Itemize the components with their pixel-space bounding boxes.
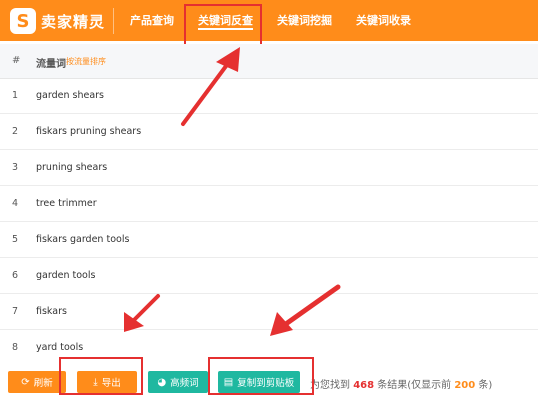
row-keyword[interactable]: tree trimmer bbox=[36, 198, 97, 209]
column-header-number: # bbox=[12, 55, 21, 66]
annotation-box-active-tab bbox=[184, 4, 262, 46]
top-nav-bar: S 卖家精灵 产品查询 关键词反查 关键词挖掘 关键词收录 bbox=[0, 0, 538, 41]
row-keyword[interactable]: fiskars bbox=[36, 306, 67, 317]
result-mid: 条结果(仅显示前 bbox=[377, 380, 452, 391]
table-row[interactable]: 6 garden tools bbox=[0, 258, 538, 294]
row-keyword[interactable]: fiskars pruning shears bbox=[36, 126, 141, 137]
logo-icon: S bbox=[10, 8, 36, 34]
table-row[interactable]: 2 fiskars pruning shears bbox=[0, 114, 538, 150]
result-shown-count: 200 bbox=[454, 380, 476, 391]
refresh-icon: ⟳ bbox=[21, 376, 30, 388]
row-number: 1 bbox=[12, 90, 19, 101]
row-number: 4 bbox=[12, 198, 19, 209]
logo-text: 卖家精灵 bbox=[41, 12, 106, 31]
nav-tab-product-search[interactable]: 产品查询 bbox=[118, 0, 186, 41]
row-keyword[interactable]: garden tools bbox=[36, 270, 95, 281]
table-row[interactable]: 7 fiskars bbox=[0, 294, 538, 330]
table-row[interactable]: 1 garden shears bbox=[0, 78, 538, 114]
row-number: 3 bbox=[12, 162, 19, 173]
main-nav: 产品查询 关键词反查 关键词挖掘 关键词收录 bbox=[118, 0, 423, 41]
table-row[interactable]: 3 pruning shears bbox=[0, 150, 538, 186]
nav-divider bbox=[113, 8, 114, 34]
row-number: 6 bbox=[12, 270, 19, 281]
pie-chart-icon: ◕ bbox=[157, 376, 167, 388]
row-keyword[interactable]: fiskars garden tools bbox=[36, 234, 129, 245]
table-row[interactable]: 4 tree trimmer bbox=[0, 186, 538, 222]
nav-tab-keyword-mining[interactable]: 关键词挖掘 bbox=[265, 0, 344, 41]
annotation-box-export bbox=[59, 357, 143, 395]
keyword-list: 1 garden shears 2 fiskars pruning shears… bbox=[0, 78, 538, 366]
row-number: 7 bbox=[12, 306, 19, 317]
result-prefix: 为您找到 bbox=[310, 380, 350, 391]
nav-tab-keyword-indexing[interactable]: 关键词收录 bbox=[344, 0, 423, 41]
row-number: 8 bbox=[12, 342, 19, 353]
high-frequency-words-button[interactable]: ◕ 高频词 bbox=[148, 371, 208, 393]
row-keyword[interactable]: pruning shears bbox=[36, 162, 107, 173]
annotation-box-copy bbox=[208, 357, 314, 395]
result-summary: 为您找到 468 条结果(仅显示前 200 条) bbox=[310, 376, 492, 391]
row-keyword[interactable]: yard tools bbox=[36, 342, 83, 353]
row-number: 5 bbox=[12, 234, 19, 245]
sort-hint[interactable]: 按流量排序 bbox=[66, 56, 106, 67]
table-row[interactable]: 5 fiskars garden tools bbox=[0, 222, 538, 258]
result-count: 468 bbox=[353, 380, 375, 391]
app-logo[interactable]: S 卖家精灵 bbox=[10, 6, 105, 36]
column-header-keyword[interactable]: 流量词 bbox=[36, 55, 66, 70]
row-number: 2 bbox=[12, 126, 19, 137]
table-header: # 流量词 按流量排序 bbox=[0, 44, 538, 79]
high-frequency-label: 高频词 bbox=[170, 378, 199, 389]
refresh-label: 刷新 bbox=[33, 378, 53, 389]
row-keyword[interactable]: garden shears bbox=[36, 90, 104, 101]
result-suffix: 条) bbox=[478, 380, 493, 391]
refresh-button[interactable]: ⟳ 刷新 bbox=[8, 371, 66, 393]
